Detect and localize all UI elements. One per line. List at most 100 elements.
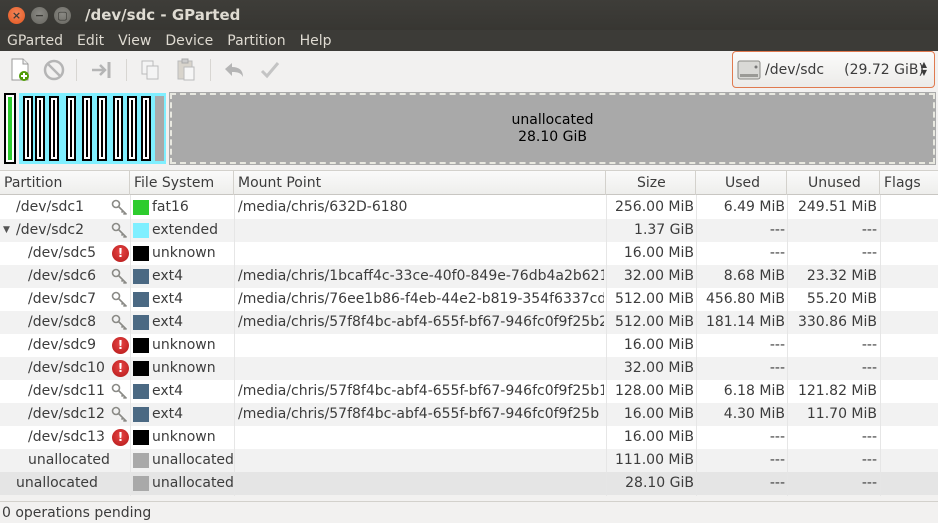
menu-view[interactable]: View [111,33,158,49]
key-icon [111,199,128,216]
menu-partition[interactable]: Partition [220,33,292,49]
cell-size: 128.00 MiB [614,383,694,399]
table-header: Partition File System Mount Point Size U… [0,171,938,195]
cell-used: 4.30 MiB [723,406,785,422]
header-partition[interactable]: Partition [0,171,130,195]
toolbar: /dev/sdc (29.72 GiB) ▲ ▼ [0,51,938,91]
cell-used: --- [769,337,785,353]
table-row[interactable]: unallocated unallocated 111.00 MiB --- --- [0,449,938,472]
cell-unused: 330.86 MiB [797,314,877,330]
device-selector[interactable]: /dev/sdc (29.72 GiB) ▲ ▼ [732,51,935,88]
cell-flags [884,357,934,380]
cell-unused: --- [861,337,877,353]
header-unused[interactable]: Unused [787,171,880,195]
paste-icon[interactable] [174,57,198,83]
toolbar-separator [126,59,127,81]
table-row[interactable]: unallocated unallocated 28.10 GiB --- --- [0,472,938,495]
table-row[interactable]: /dev/sdc10! unknown 32.00 MiB --- --- [0,357,938,380]
cell-size: 32.00 MiB [623,268,694,284]
table-row[interactable]: /dev/sdc6 ext4/media/chris/1bcaff4c-33ce-… [0,265,938,288]
cell-unused: 55.20 MiB [806,291,877,307]
fs-color-swatch [133,430,149,445]
cell-used: 181.14 MiB [705,314,785,330]
cell-used: --- [769,429,785,445]
diskmap-sdc9[interactable] [82,96,92,161]
header-flags[interactable]: Flags [880,171,938,195]
diskmap-sdc6[interactable] [35,96,45,161]
header-file-system[interactable]: File System [130,171,234,195]
undo-icon[interactable] [222,57,246,83]
table-row[interactable]: /dev/sdc12 ext4/media/chris/57f8f4bc-abf4… [0,403,938,426]
expander-icon[interactable]: ▼ [3,219,10,242]
resize-move-icon[interactable] [90,57,114,83]
apply-icon[interactable] [258,57,282,83]
copy-icon[interactable] [138,57,162,83]
table-row[interactable]: /dev/sdc13! unknown 16.00 MiB --- --- [0,426,938,449]
cell-partition: /dev/sdc8 [28,314,97,330]
cell-mount-point: /media/chris/57f8f4bc-abf4-655f-bf67-946… [238,383,604,399]
delete-icon[interactable] [42,57,66,83]
diskmap-unallocated-small[interactable] [155,96,164,161]
cell-unused: 11.70 MiB [806,406,877,422]
cell-file-system: ext4 [152,314,184,330]
column-separator [787,195,788,496]
new-partition-icon[interactable] [8,57,32,83]
combo-arrows-icon: ▲ ▼ [920,60,927,77]
table-row[interactable]: /dev/sdc5! unknown 16.00 MiB --- --- [0,242,938,265]
cell-size: 256.00 MiB [614,199,694,215]
cell-unused: --- [861,429,877,445]
menu-gparted[interactable]: GParted [0,33,70,49]
table-row[interactable]: /dev/sdc9! unknown 16.00 MiB --- --- [0,334,938,357]
fs-color-swatch [133,292,149,307]
menu-edit[interactable]: Edit [70,33,111,49]
header-size[interactable]: Size [606,171,696,195]
header-used[interactable]: Used [696,171,787,195]
menu-help[interactable]: Help [293,33,339,49]
cell-mount-point: /media/chris/1bcaff4c-33ce-40f0-849e-76d… [238,268,604,284]
fs-color-swatch [133,223,149,238]
cell-size: 1.37 GiB [634,222,694,238]
diskmap-sdc7[interactable] [49,96,59,161]
table-row[interactable]: /dev/sdc1 fat16/media/chris/632D-6180 256.… [0,196,938,219]
diskmap-sdc10[interactable] [97,96,107,161]
cell-flags [884,426,934,449]
key-icon [111,291,128,308]
cell-flags [884,472,934,495]
fs-color-swatch [133,453,149,468]
warning-icon: ! [112,360,129,377]
cell-used: --- [769,222,785,238]
cell-partition: /dev/sdc2 [16,222,85,238]
cell-used: 456.80 MiB [705,291,785,307]
partition-table: Partition File System Mount Point Size U… [0,170,938,496]
table-row[interactable]: /dev/sdc7 ext4/media/chris/76ee1b86-f4eb-… [0,288,938,311]
diskmap-sdc13[interactable] [141,96,151,161]
diskmap-sdc1[interactable] [4,93,16,164]
diskmap-sdc8[interactable] [66,96,76,161]
cell-size: 16.00 MiB [623,429,694,445]
cell-flags [884,311,934,334]
cell-file-system: unknown [152,245,216,261]
diskmap-sdc11[interactable] [113,96,123,161]
key-icon [111,406,128,423]
table-row[interactable]: ▼ /dev/sdc2 extended 1.37 GiB --- --- [0,219,938,242]
cell-flags [884,449,934,472]
diskmap-unallocated[interactable]: unallocated 28.10 GiB [169,92,936,165]
cell-mount-point [238,449,604,472]
maximize-icon[interactable]: ▢ [54,6,71,24]
table-row[interactable]: /dev/sdc8 ext4/media/chris/57f8f4bc-abf4-… [0,311,938,334]
fs-color-swatch [133,384,149,399]
cell-used: 8.68 MiB [723,268,785,284]
diskmap-sdc5[interactable] [23,96,33,161]
warning-icon: ! [112,337,129,354]
table-row[interactable]: /dev/sdc11 ext4/media/chris/57f8f4bc-abf4… [0,380,938,403]
menu-device[interactable]: Device [158,33,220,49]
diskmap-extended[interactable] [19,93,166,164]
column-separator [130,195,131,496]
title-bar: × − ▢ /dev/sdc - GParted [0,0,938,30]
header-mount-point[interactable]: Mount Point [234,171,606,195]
cell-unused: --- [861,222,877,238]
close-icon[interactable]: × [8,6,25,24]
cell-partition: /dev/sdc11 [28,383,105,399]
diskmap-sdc12[interactable] [127,96,137,161]
minimize-icon[interactable]: − [31,6,48,24]
